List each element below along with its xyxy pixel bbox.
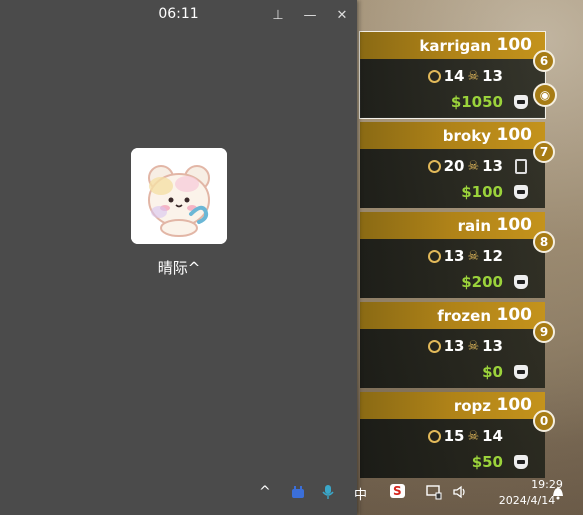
player-hp: 100 [496, 125, 533, 145]
title-bar: 06:11 ⊥ — ✕ [0, 0, 357, 30]
taskbar-clock-time[interactable]: 19:29 [512, 478, 582, 491]
player-money: $200 [461, 273, 503, 291]
robot-icon [292, 486, 304, 498]
slot-badge: 0 [533, 410, 555, 432]
speaker-icon [453, 485, 465, 499]
player-card-ropz: ropz 100 15 ☠ 14 $50 [360, 392, 545, 478]
sogou-ime-icon[interactable]: S [390, 484, 405, 498]
player-deaths: 13 [482, 337, 503, 355]
player-hp: 100 [496, 35, 533, 55]
player-kills: 20 [443, 157, 465, 175]
player-money: $0 [482, 363, 503, 381]
call-window: 06:11 ⊥ — ✕ 晴际^ [0, 0, 357, 515]
player-card-karrigan: karrigan 100 14 ☠ 13 $1050 [359, 31, 546, 119]
app-tray-icon[interactable] [290, 484, 306, 504]
pin-button[interactable]: ⊥ [267, 4, 289, 26]
bear-avatar-icon [131, 148, 227, 244]
player-card-frozen: frozen 100 13 ☠ 13 $0 [360, 302, 545, 388]
system-tray: ^ 中 S 19:29 2024/4/14 [250, 476, 583, 515]
microphone-tray-icon[interactable] [322, 484, 334, 504]
armor-icon [514, 185, 528, 199]
kills-icon [427, 249, 441, 263]
pin-icon: ⊥ [272, 7, 284, 23]
player-money: $1050 [450, 93, 503, 111]
camera-icon[interactable]: ◉ [533, 83, 557, 107]
armor-icon [514, 365, 528, 379]
armor-icon [514, 455, 528, 469]
armor-icon [514, 95, 528, 109]
player-hp: 100 [496, 395, 533, 415]
deaths-icon: ☠ [467, 68, 480, 84]
volume-tray-icon[interactable] [452, 484, 468, 504]
player-name: ropz [453, 397, 491, 415]
player-money: $50 [471, 453, 503, 471]
close-icon: ✕ [336, 7, 348, 23]
kills-icon [427, 339, 441, 353]
player-deaths: 13 [482, 157, 503, 175]
player-kills: 13 [443, 337, 465, 355]
player-card-broky: broky 100 20 ☠ 13 $100 [360, 122, 545, 208]
notification-tray-icon[interactable] [550, 484, 566, 504]
player-kills: 14 [443, 67, 465, 85]
minimize-icon: — [303, 7, 317, 23]
notification-icon [553, 488, 563, 500]
kills-icon [427, 159, 441, 173]
slot-badge: 7 [533, 141, 555, 163]
player-hp: 100 [496, 215, 533, 235]
avatar[interactable] [131, 148, 227, 244]
player-hp: 100 [496, 305, 533, 325]
deaths-icon: ☠ [467, 428, 480, 444]
slot-badge: 9 [533, 321, 555, 343]
player-kills: 13 [443, 247, 465, 265]
slot-badge: 8 [533, 231, 555, 253]
deaths-icon: ☠ [467, 158, 480, 174]
deaths-icon: ☠ [467, 338, 480, 354]
network-icon [426, 485, 442, 500]
kills-icon [427, 69, 441, 83]
minimize-button[interactable]: — [299, 4, 321, 26]
player-deaths: 12 [482, 247, 503, 265]
network-tray-icon[interactable] [426, 484, 442, 504]
ime-indicator[interactable]: 中 [354, 484, 367, 503]
show-hidden-icons-button[interactable]: ^ [259, 484, 271, 500]
deaths-icon: ☠ [467, 248, 480, 264]
slot-badge: 6 [533, 50, 555, 72]
kills-icon [427, 429, 441, 443]
player-name: karrigan [419, 37, 491, 55]
player-card-rain: rain 100 13 ☠ 12 $200 [360, 212, 545, 298]
contact-name: 晴际^ [157, 259, 201, 277]
player-name: broky [442, 127, 491, 145]
player-money: $100 [461, 183, 503, 201]
player-deaths: 14 [482, 427, 503, 445]
utility-icon [515, 159, 527, 174]
microphone-icon [322, 485, 334, 499]
player-deaths: 13 [482, 67, 503, 85]
player-name: rain [457, 217, 491, 235]
player-name: frozen [437, 307, 491, 325]
armor-icon [514, 275, 528, 289]
player-kills: 15 [443, 427, 465, 445]
close-button[interactable]: ✕ [331, 4, 353, 26]
